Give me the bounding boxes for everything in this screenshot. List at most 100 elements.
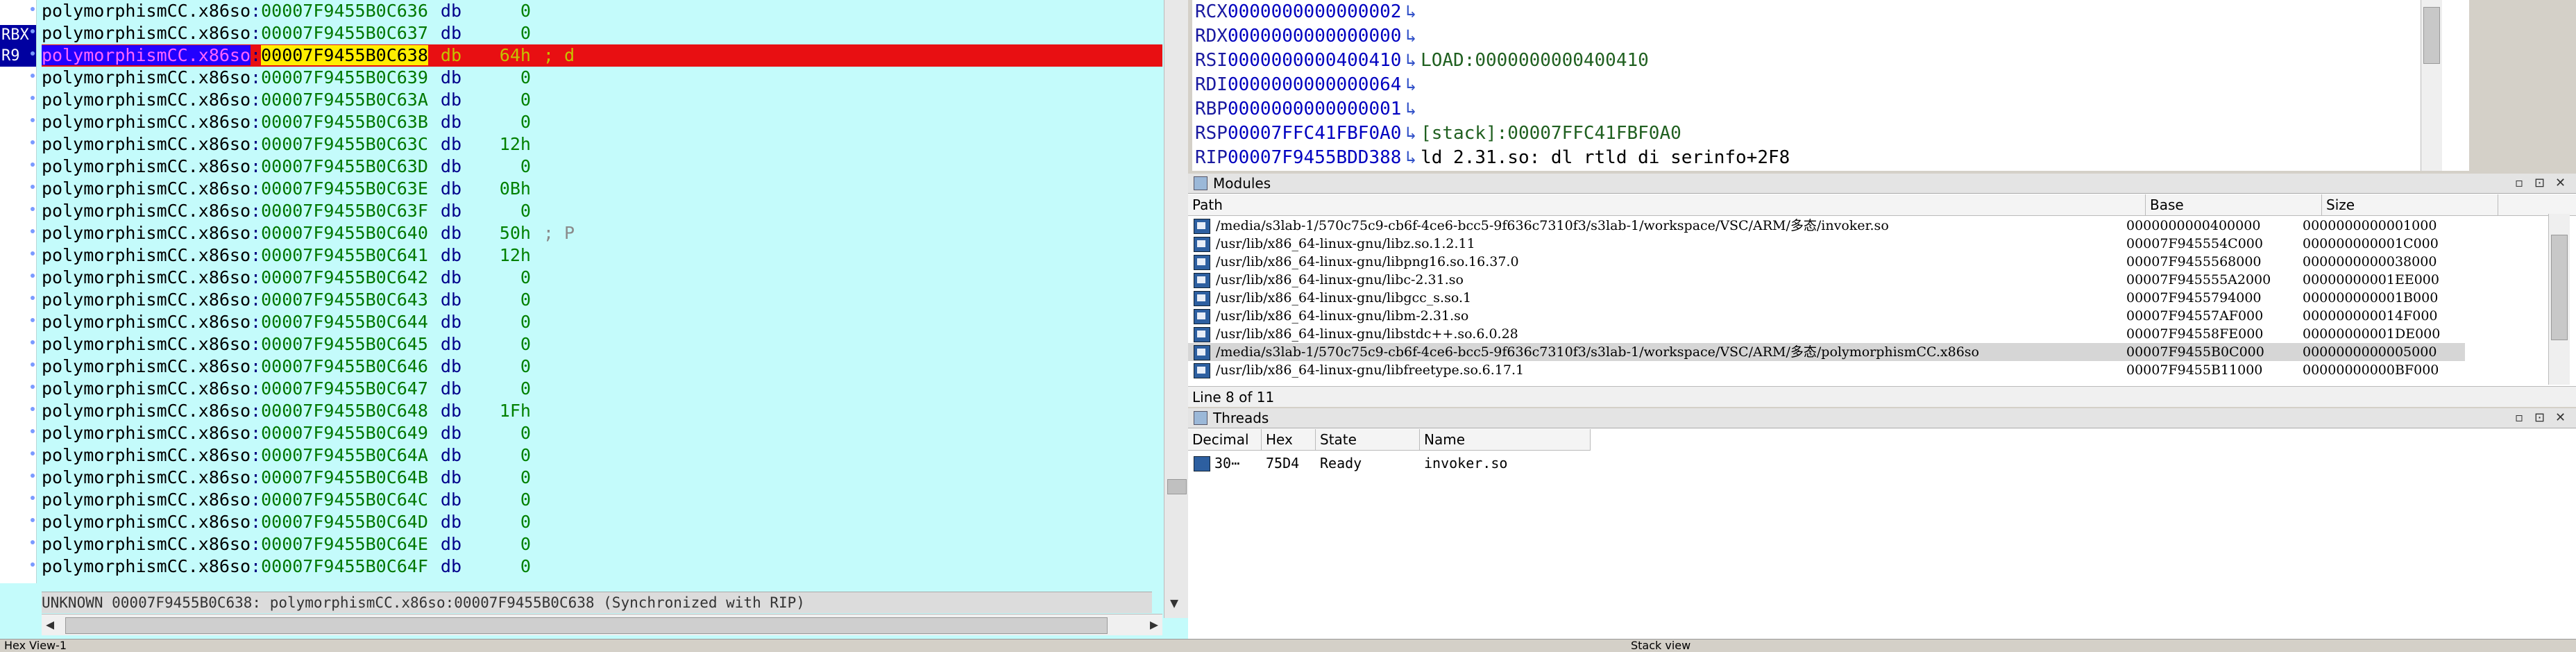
register-row[interactable]: RSP00007FFC41FBF0A0 ↳ [stack]:00007FFC41FB… bbox=[1195, 122, 1681, 146]
jump-arrow-icon[interactable]: ↳ bbox=[1405, 123, 1416, 144]
disassembly-line[interactable]: polymorphismCC.x86so:00007F9455B0C643 db 0 bbox=[42, 289, 1162, 311]
module-row[interactable]: /usr/lib/x86_64-linux-gnu/libstdc++.so.6… bbox=[1188, 325, 2465, 343]
breakpoint-dot-icon[interactable] bbox=[31, 518, 35, 522]
column-path[interactable]: Path bbox=[1188, 194, 2146, 215]
disassembly-line[interactable]: polymorphismCC.x86so:00007F9455B0C63F db 0 bbox=[42, 200, 1162, 222]
disassembly-line[interactable]: polymorphismCC.x86so:00007F9455B0C63D db 0 bbox=[42, 156, 1162, 178]
disassembly-line[interactable]: polymorphismCC.x86so:00007F9455B0C642 db 0 bbox=[42, 267, 1162, 289]
module-row-selected[interactable]: /media/s3lab-1/570c75c9-cb6f-4ce6-bcc5-9… bbox=[1188, 343, 2465, 361]
module-row[interactable]: /usr/lib/x86_64-linux-gnu/libpng16.so.16… bbox=[1188, 253, 2465, 271]
disassembly-line[interactable]: polymorphismCC.x86so:00007F9455B0C64D db 0 bbox=[42, 511, 1162, 533]
breakpoint-dot-icon[interactable] bbox=[31, 407, 35, 411]
register-row[interactable]: RDX0000000000000000 ↳ bbox=[1195, 24, 1421, 49]
module-row[interactable]: /media/s3lab-1/570c75c9-cb6f-4ce6-bcc5-9… bbox=[1188, 217, 2465, 235]
jump-arrow-icon[interactable]: ↳ bbox=[1405, 50, 1416, 71]
breakpoint-dot-icon[interactable] bbox=[31, 340, 35, 344]
register-value[interactable]: 0000000000000002 bbox=[1228, 1, 1401, 22]
modules-scrollbar[interactable] bbox=[2548, 214, 2570, 385]
breakpoint-dot-icon[interactable] bbox=[31, 96, 35, 100]
register-row[interactable]: RIP00007F9455BDD388 ↳ ld 2.31.so: dl rtld … bbox=[1195, 146, 1790, 170]
column-name[interactable]: Name bbox=[1420, 429, 1591, 450]
disassembly-line[interactable]: polymorphismCC.x86so:00007F9455B0C63C db 1… bbox=[42, 133, 1162, 156]
thread-row[interactable]: 30⋯ 75D4 Ready invoker.so bbox=[1188, 453, 1507, 474]
restore-icon[interactable]: ▫ bbox=[2515, 174, 2523, 193]
threads-view[interactable]: Threads ▫ ⊡ ✕ Decimal Hex State Name 30⋯… bbox=[1188, 408, 2576, 639]
breakpoint-dot-icon[interactable] bbox=[31, 251, 35, 256]
disassembly-line[interactable]: polymorphismCC.x86so:00007F9455B0C637 db 0 bbox=[42, 22, 1162, 44]
current-instruction-line[interactable]: polymorphismCC.x86so:00007F9455B0C638 db 6… bbox=[42, 44, 1162, 67]
scroll-thumb[interactable] bbox=[1167, 479, 1187, 494]
disassembly-line[interactable]: polymorphismCC.x86so:00007F9455B0C63A db 0 bbox=[42, 89, 1162, 111]
tab-hex-view[interactable]: Hex View-1 bbox=[4, 640, 67, 652]
breakpoint-dot-icon[interactable] bbox=[31, 540, 35, 544]
breakpoint-dot-icon[interactable] bbox=[31, 562, 35, 567]
disassembly-line[interactable]: polymorphismCC.x86so:00007F9455B0C641 db 1… bbox=[42, 244, 1162, 267]
breakpoint-dot-icon[interactable] bbox=[31, 162, 35, 167]
breakpoint-dot-icon[interactable] bbox=[31, 385, 35, 389]
disassembly-line[interactable]: polymorphismCC.x86so:00007F9455B0C64F db 0 bbox=[42, 555, 1162, 578]
breakpoint-dot-icon[interactable] bbox=[31, 185, 35, 189]
jump-arrow-icon[interactable]: ↳ bbox=[1405, 1, 1416, 22]
disassembly-line[interactable]: polymorphismCC.x86so:00007F9455B0C645 db 0 bbox=[42, 333, 1162, 356]
registers-scrollbar[interactable] bbox=[2421, 0, 2442, 171]
breakpoint-dot-icon[interactable] bbox=[31, 274, 35, 278]
disassembly-line[interactable]: polymorphismCC.x86so:00007F9455B0C63B db 0 bbox=[42, 111, 1162, 133]
disassembly-line[interactable]: polymorphismCC.x86so:00007F9455B0C636 db 0 bbox=[42, 0, 1162, 22]
register-value[interactable]: 0000000000000064 bbox=[1228, 74, 1401, 95]
scroll-right-arrow-icon[interactable]: ▶ bbox=[1150, 616, 1158, 633]
close-icon[interactable]: ✕ bbox=[2555, 174, 2566, 193]
column-state[interactable]: State bbox=[1316, 429, 1420, 450]
modules-view[interactable]: Modules ▫ ⊡ ✕ Path Base Size /media/s3la… bbox=[1188, 174, 2576, 407]
disassembly-line[interactable]: polymorphismCC.x86so:00007F9455B0C64C db 0 bbox=[42, 489, 1162, 511]
disassembly-horizontal-scrollbar[interactable]: ◀ ▶ bbox=[42, 614, 1162, 635]
disassembly-lines[interactable]: polymorphismCC.x86so:00007F9455B0C636 db 0… bbox=[42, 0, 1162, 578]
breakpoint-dot-icon[interactable] bbox=[31, 474, 35, 478]
module-row[interactable]: /usr/lib/x86_64-linux-gnu/libgcc_s.so.1 0… bbox=[1188, 289, 2465, 307]
register-value[interactable]: 00007FFC41FBF0A0 bbox=[1228, 123, 1401, 144]
breakpoint-dot-icon[interactable] bbox=[31, 362, 35, 367]
disassembly-line[interactable]: polymorphismCC.x86so:00007F9455B0C646 db 0 bbox=[42, 356, 1162, 378]
breakpoint-dot-icon[interactable] bbox=[31, 318, 35, 322]
register-value[interactable]: 00007F9455BDD388 bbox=[1228, 147, 1401, 168]
module-row[interactable]: /usr/lib/x86_64-linux-gnu/libfreetype.so… bbox=[1188, 361, 2465, 379]
disassembly-vertical-scrollbar[interactable]: ▼ bbox=[1164, 0, 1188, 618]
register-value[interactable]: 0000000000400410 bbox=[1228, 50, 1401, 71]
breakpoint-dot-icon[interactable] bbox=[31, 229, 35, 233]
column-decimal[interactable]: Decimal bbox=[1188, 429, 1262, 450]
jump-arrow-icon[interactable]: ↳ bbox=[1405, 74, 1416, 95]
register-row[interactable]: RDI0000000000000064 ↳ bbox=[1195, 73, 1421, 97]
disassembly-line[interactable]: polymorphismCC.x86so:00007F9455B0C649 db 0 bbox=[42, 422, 1162, 444]
register-row[interactable]: RBP0000000000000001 ↳ bbox=[1195, 97, 1421, 122]
scroll-thumb[interactable] bbox=[65, 617, 1108, 634]
disassembly-line[interactable]: polymorphismCC.x86so:00007F9455B0C64A db 0 bbox=[42, 444, 1162, 467]
restore-icon[interactable]: ▫ bbox=[2515, 408, 2523, 428]
column-hex[interactable]: Hex bbox=[1262, 429, 1316, 450]
scroll-left-arrow-icon[interactable]: ◀ bbox=[46, 616, 54, 633]
breakpoint-dot-icon[interactable] bbox=[31, 451, 35, 455]
breakpoint-dot-icon[interactable] bbox=[31, 51, 35, 56]
breakpoint-dot-icon[interactable] bbox=[31, 118, 35, 122]
breakpoint-dot-icon[interactable] bbox=[31, 496, 35, 500]
breakpoint-dot-icon[interactable] bbox=[31, 429, 35, 433]
float-icon[interactable]: ⊡ bbox=[2534, 408, 2545, 428]
scroll-thumb[interactable] bbox=[2551, 235, 2568, 340]
disassembly-line[interactable]: polymorphismCC.x86so:00007F9455B0C639 db 0 bbox=[42, 67, 1162, 89]
register-row[interactable]: RCX0000000000000002 ↳ bbox=[1195, 0, 1421, 24]
jump-arrow-icon[interactable]: ↳ bbox=[1405, 26, 1416, 47]
disassembly-line[interactable]: polymorphismCC.x86so:00007F9455B0C644 db 0 bbox=[42, 311, 1162, 333]
register-row[interactable]: RSI0000000000400410 ↳ LOAD:000000000040041… bbox=[1195, 49, 1649, 73]
jump-arrow-icon[interactable]: ↳ bbox=[1405, 99, 1416, 119]
float-icon[interactable]: ⊡ bbox=[2534, 174, 2545, 193]
disassembly-line[interactable]: polymorphismCC.x86so:00007F9455B0C63E db 0… bbox=[42, 178, 1162, 200]
disassembly-line[interactable]: polymorphismCC.x86so:00007F9455B0C647 db 0 bbox=[42, 378, 1162, 400]
disassembly-line[interactable]: polymorphismCC.x86so:00007F9455B0C648 db 1… bbox=[42, 400, 1162, 422]
module-row[interactable]: /usr/lib/x86_64-linux-gnu/libc-2.31.so 00… bbox=[1188, 271, 2465, 289]
breakpoint-dot-icon[interactable] bbox=[31, 29, 35, 33]
module-row[interactable]: /usr/lib/x86_64-linux-gnu/libm-2.31.so 00… bbox=[1188, 307, 2465, 325]
jump-arrow-icon[interactable]: ↳ bbox=[1405, 147, 1416, 168]
close-icon[interactable]: ✕ bbox=[2555, 408, 2566, 428]
breakpoint-dot-icon[interactable] bbox=[31, 140, 35, 144]
disassembly-line[interactable]: polymorphismCC.x86so:00007F9455B0C64B db 0 bbox=[42, 467, 1162, 489]
scroll-down-arrow-icon[interactable]: ▼ bbox=[1170, 594, 1178, 611]
disassembly-line[interactable]: polymorphismCC.x86so:00007F9455B0C64E db 0 bbox=[42, 533, 1162, 555]
